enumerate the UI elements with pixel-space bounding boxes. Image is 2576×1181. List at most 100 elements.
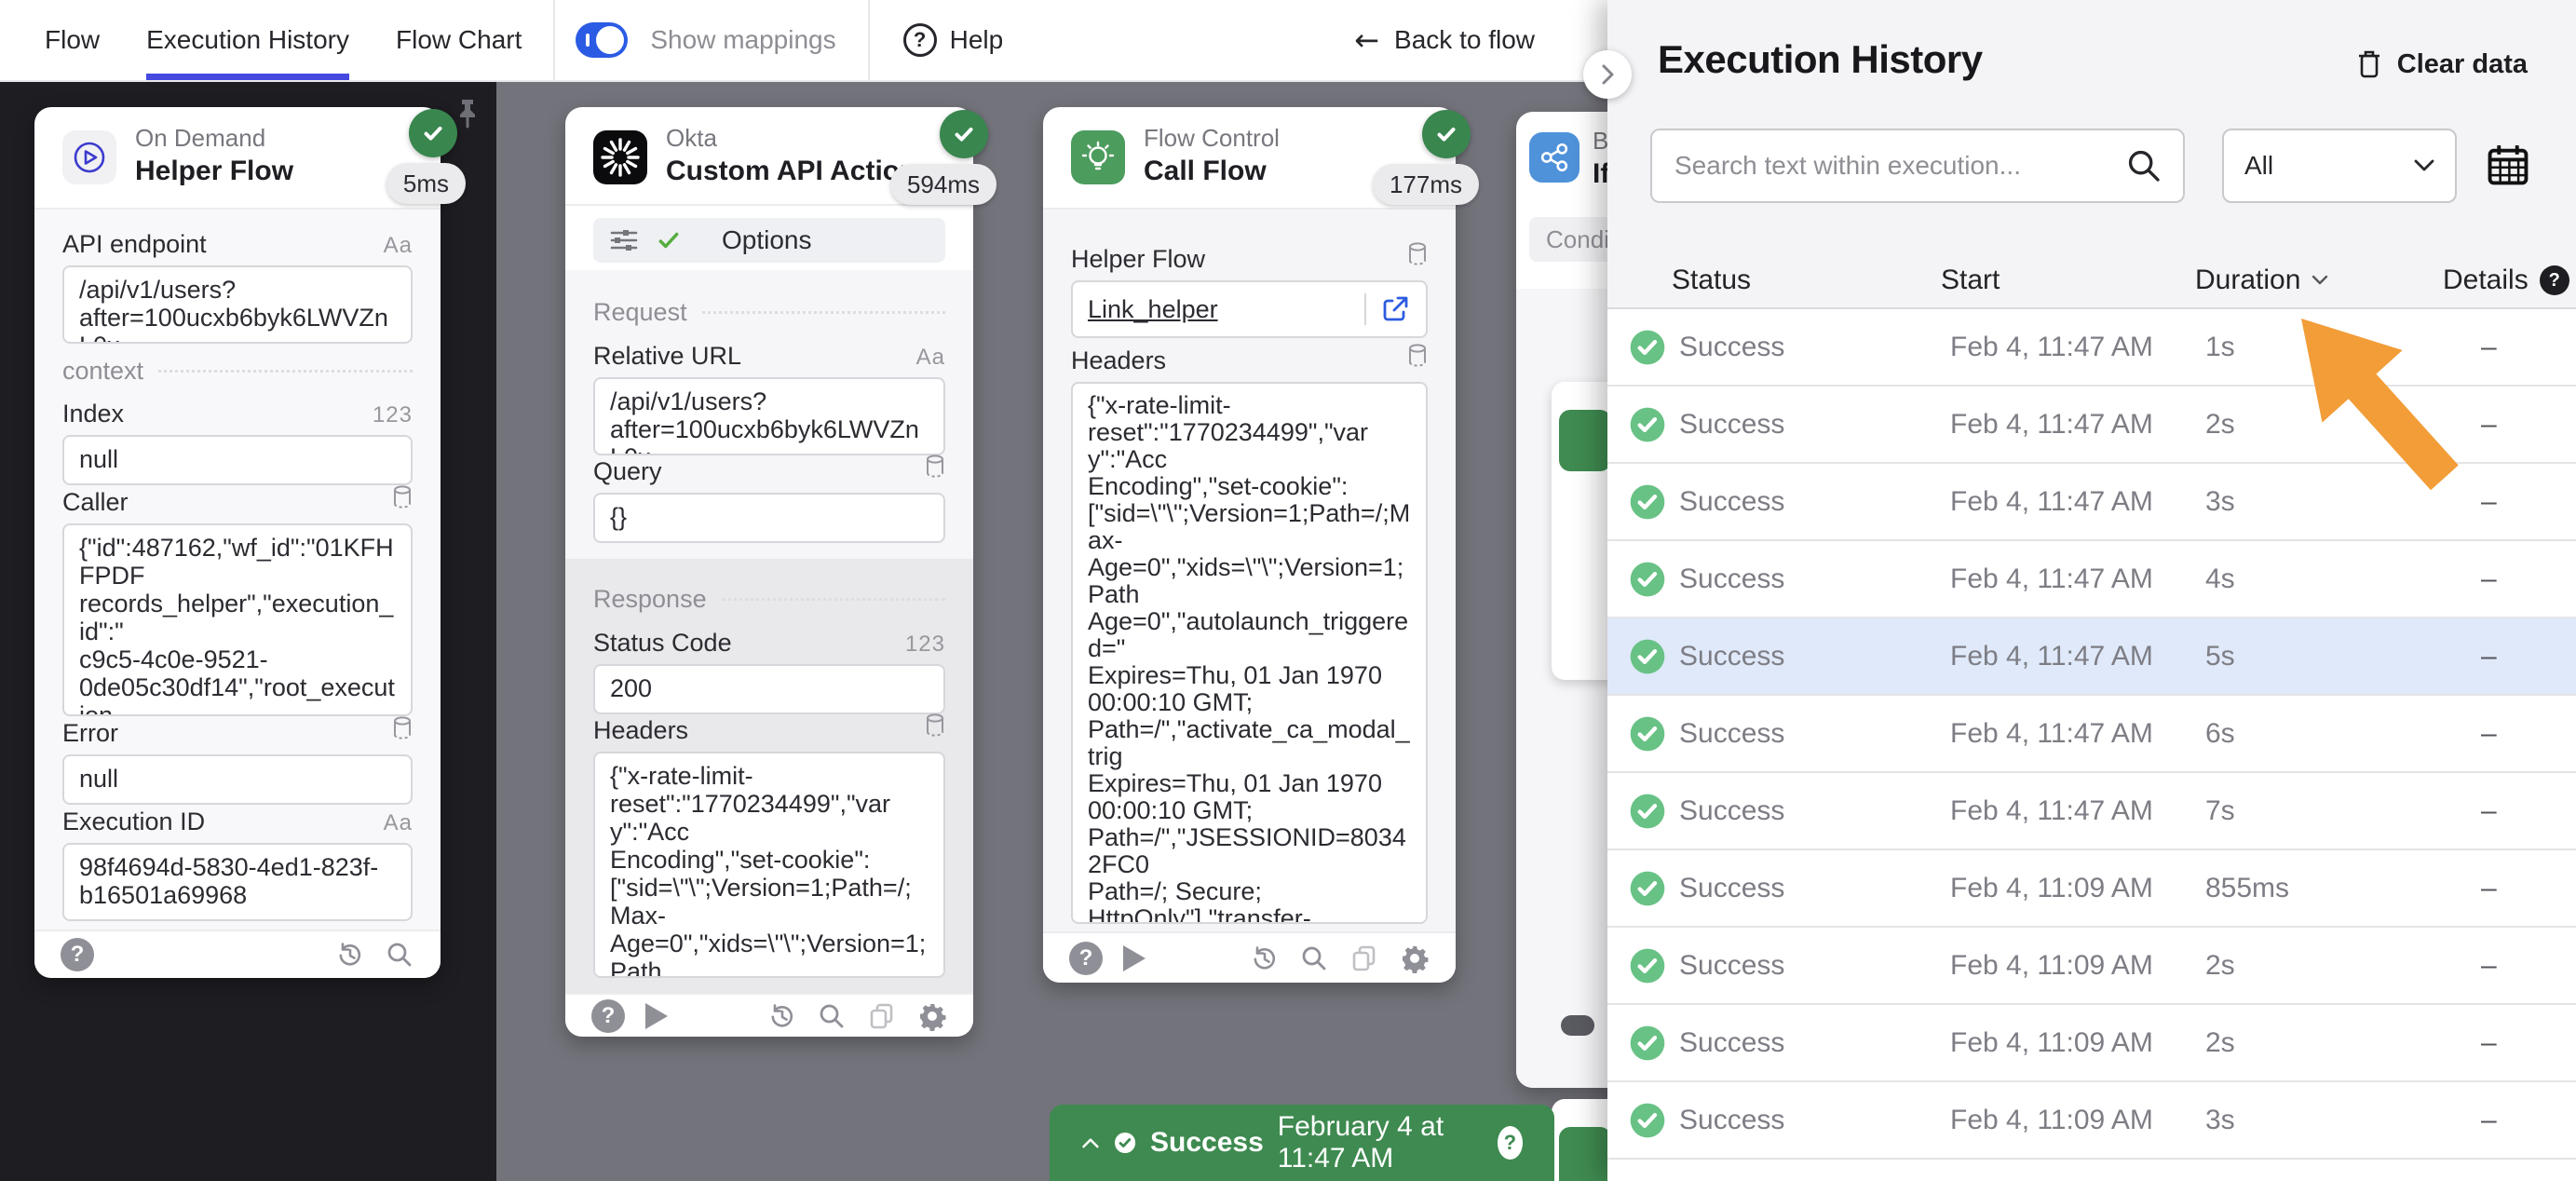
- nested-step-icon: [1559, 1127, 1611, 1181]
- column-duration[interactable]: Duration: [2195, 265, 2328, 296]
- table-row[interactable]: SuccessFeb 4, 11:47 AM6s–: [1607, 696, 2576, 773]
- status-label: Success: [1679, 873, 1784, 904]
- card-helper-flow[interactable]: On Demand Helper Flow 5ms API endpoint: [34, 107, 441, 978]
- table-row[interactable]: SuccessFeb 4, 11:09 AM2s–: [1607, 928, 2576, 1005]
- gear-icon[interactable]: [917, 1001, 947, 1031]
- field-query: Query {}: [593, 458, 945, 543]
- field-value-box[interactable]: /api/v1/users? after=100ucxb6byk6LWVZnL0…: [62, 265, 413, 344]
- object-icon: [925, 454, 945, 486]
- field-value-box[interactable]: /api/v1/users? after=100ucxb6byk6LWVZnL0…: [593, 377, 945, 455]
- table-row[interactable]: SuccessFeb 4, 11:47 AM1s–: [1607, 309, 2576, 387]
- table-row[interactable]: SuccessFeb 4, 11:47 AM3s–: [1607, 464, 2576, 541]
- external-link-icon[interactable]: [1379, 293, 1411, 325]
- back-arrow-icon: ←: [1354, 22, 1379, 58]
- help-icon[interactable]: ?: [1069, 942, 1103, 975]
- field-error: Error null: [62, 720, 413, 805]
- start-time: Feb 4, 11:47 AM: [1950, 409, 2153, 441]
- field-label: Helper Flow: [1071, 245, 1205, 274]
- start-time: Feb 4, 11:47 AM: [1950, 332, 2153, 363]
- card-footer: ?: [565, 993, 973, 1037]
- help-icon[interactable]: ?: [1498, 1126, 1523, 1160]
- history-icon[interactable]: [334, 940, 364, 970]
- table-row[interactable]: SuccessFeb 4, 11:09 AM2s–: [1607, 1005, 2576, 1082]
- field-value-box[interactable]: 200: [593, 664, 945, 714]
- card-footer: ?: [1043, 931, 1456, 983]
- field-value-box[interactable]: {"x-rate-limit- reset":"1770234499","var…: [1071, 382, 1428, 924]
- field-value-box[interactable]: 98f4694d-5830-4ed1-823f- b16501a69968: [62, 843, 413, 921]
- search-icon[interactable]: [2125, 147, 2162, 189]
- options-row[interactable]: Options: [593, 218, 945, 263]
- field-label: Query: [593, 457, 662, 486]
- field-index: Index 123 null: [62, 400, 413, 485]
- nested-step-icon: [1559, 410, 1611, 471]
- card-app-name: Flow Control: [1144, 122, 1280, 154]
- chevron-up-icon: [1081, 1134, 1100, 1151]
- search-icon[interactable]: [385, 940, 414, 970]
- status-label: Success: [1679, 718, 1784, 750]
- play-icon[interactable]: [1123, 945, 1146, 971]
- status-label: Success: [1679, 563, 1784, 595]
- field-value-box[interactable]: {"id":487162,"wf_id":"01KFHFPDF records_…: [62, 523, 413, 716]
- field-label: Execution ID: [62, 808, 205, 836]
- clear-data-button[interactable]: Clear data: [2354, 48, 2528, 80]
- table-row[interactable]: SuccessFeb 4, 11:47 AM5s–: [1607, 618, 2576, 696]
- number-type-badge: 123: [373, 402, 413, 428]
- start-time: Feb 4, 11:47 AM: [1950, 486, 2153, 518]
- success-check-icon: [1629, 793, 1666, 830]
- copy-icon[interactable]: [1349, 943, 1379, 973]
- play-icon[interactable]: [645, 1003, 668, 1029]
- nav-divider: [553, 0, 555, 80]
- more-steps-icon[interactable]: [1561, 1015, 1594, 1036]
- chevron-right-icon: [1598, 61, 1617, 88]
- table-row[interactable]: SuccessFeb 4, 11:09 AM855ms–: [1607, 850, 2576, 928]
- help-icon[interactable]: ?: [61, 938, 94, 971]
- duration-value: 2s: [2205, 1027, 2235, 1059]
- section-response: Response: [593, 585, 945, 614]
- start-time: Feb 4, 11:47 AM: [1950, 563, 2153, 595]
- field-value-box[interactable]: {"x-rate-limit- reset":"1770234499","var…: [593, 752, 945, 978]
- column-details: Details ?: [2443, 265, 2569, 296]
- tab-flow[interactable]: Flow: [45, 0, 100, 80]
- help-button[interactable]: ? Help: [903, 0, 1004, 80]
- table-row[interactable]: SuccessFeb 4, 11:47 AM4s–: [1607, 541, 2576, 618]
- success-check-icon: [1629, 329, 1666, 366]
- start-time: Feb 4, 11:47 AM: [1950, 718, 2153, 750]
- calendar-icon[interactable]: [2485, 142, 2531, 193]
- search-icon[interactable]: [817, 1001, 847, 1031]
- execution-status-banner[interactable]: Success February 4 at 11:47 AM ?: [1050, 1105, 1554, 1181]
- collapse-panel-button[interactable]: [1583, 50, 1632, 99]
- response-section: Response Status Code 123 200 Headers: [565, 559, 973, 993]
- success-check-icon: [1114, 1127, 1136, 1159]
- status-label: Success: [1679, 1027, 1784, 1059]
- field-label: Caller: [62, 488, 129, 517]
- copy-icon[interactable]: [867, 1001, 897, 1031]
- helper-flow-link[interactable]: Link_helper: [1088, 295, 1351, 324]
- status-filter-dropdown[interactable]: All: [2222, 129, 2457, 203]
- pin-icon[interactable]: [452, 98, 483, 140]
- details-help-icon[interactable]: ?: [2540, 265, 2569, 295]
- table-row[interactable]: SuccessFeb 4, 11:09 AM3s–: [1607, 1082, 2576, 1160]
- table-row[interactable]: SuccessFeb 4, 11:47 AM7s–: [1607, 773, 2576, 850]
- tab-flow-chart[interactable]: Flow Chart: [396, 0, 522, 80]
- help-icon[interactable]: ?: [591, 999, 625, 1033]
- search-icon[interactable]: [1299, 943, 1329, 973]
- card-custom-api-action[interactable]: Okta Custom API Action 594ms: [565, 107, 973, 1037]
- field-value-box[interactable]: {}: [593, 493, 945, 543]
- show-mappings-toggle[interactable]: [576, 22, 628, 58]
- field-status-code: Status Code 123 200: [593, 630, 945, 714]
- back-to-flow-button[interactable]: ← Back to flow: [1354, 0, 1535, 80]
- help-icon: ?: [903, 23, 937, 57]
- nav-divider: [868, 0, 870, 80]
- card-footer: ?: [34, 930, 441, 978]
- table-row[interactable]: SuccessFeb 4, 11:47 AM2s–: [1607, 387, 2576, 464]
- tab-execution-history[interactable]: Execution History: [146, 0, 349, 80]
- gear-icon[interactable]: [1400, 943, 1430, 973]
- search-input[interactable]: [1650, 129, 2185, 203]
- success-check-icon: [1629, 870, 1666, 907]
- history-icon[interactable]: [1249, 943, 1279, 973]
- history-icon[interactable]: [766, 1001, 796, 1031]
- field-value-box[interactable]: null: [62, 754, 413, 805]
- duration-value: 6s: [2205, 718, 2235, 750]
- card-call-flow[interactable]: Flow Control Call Flow 177ms Helper Flow: [1043, 107, 1456, 983]
- field-value-box[interactable]: null: [62, 435, 413, 485]
